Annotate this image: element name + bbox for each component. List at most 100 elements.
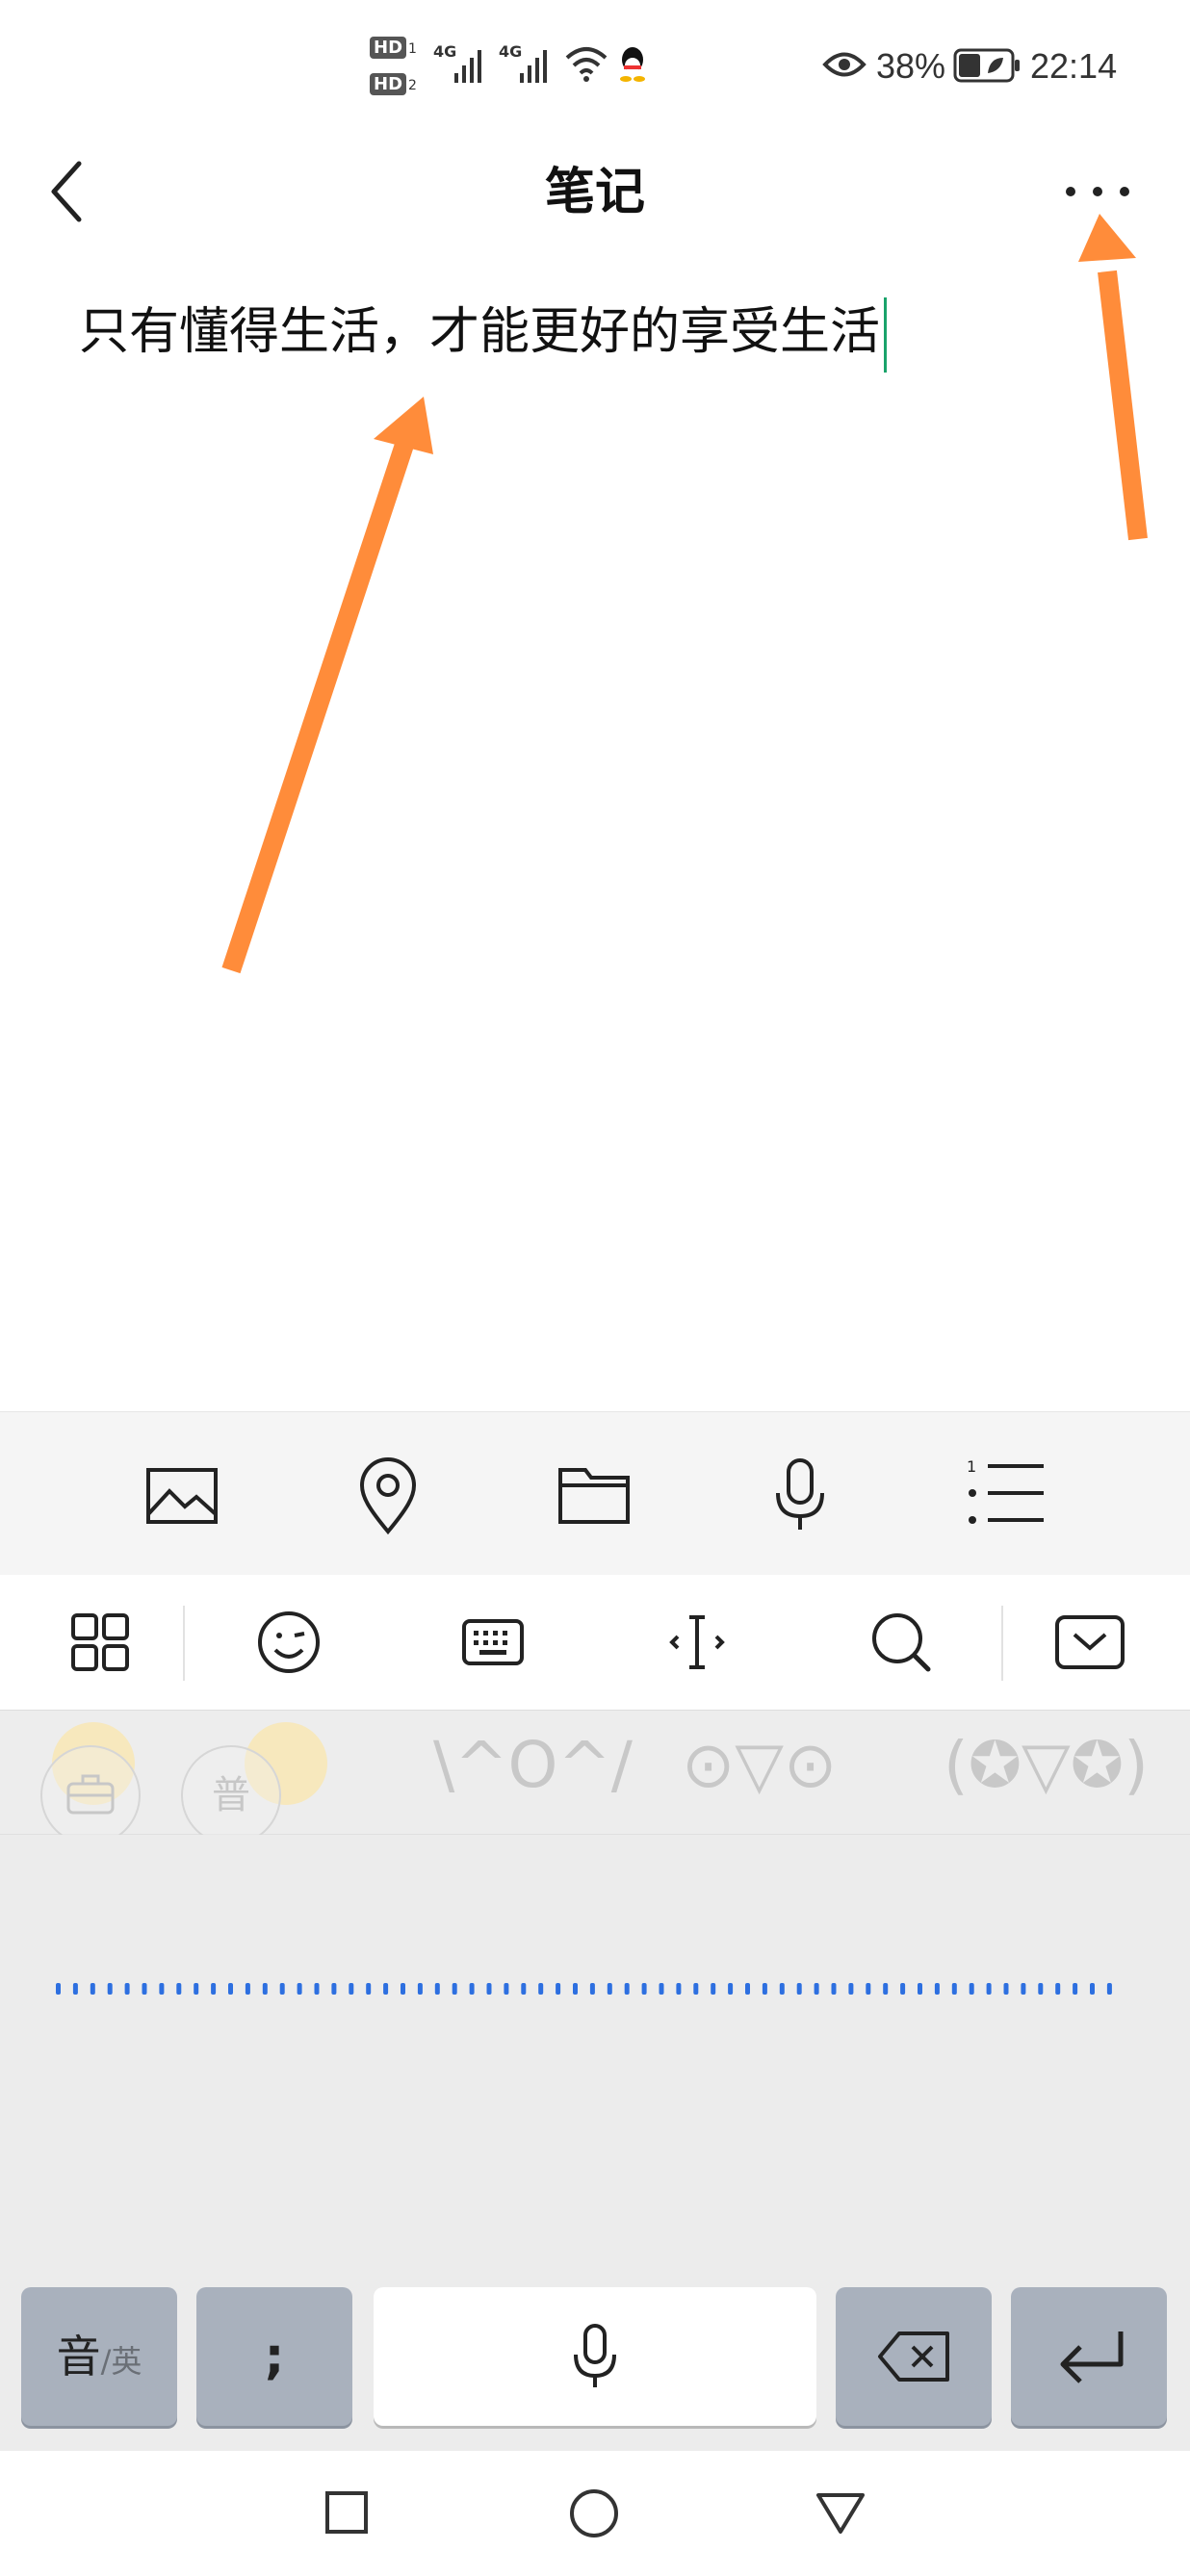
waveform-dot (779, 1983, 785, 1995)
image-icon[interactable] (139, 1451, 225, 1537)
waveform-dot (1055, 1983, 1061, 1995)
toolbar-separator (1001, 1606, 1003, 1681)
emoji-icon[interactable] (250, 1604, 327, 1681)
waveform-dot (1038, 1983, 1044, 1995)
location-icon[interactable] (345, 1451, 431, 1537)
waveform-dot (1003, 1983, 1009, 1995)
toolbox-float-button[interactable] (40, 1745, 141, 1845)
waveform-dot (279, 1983, 285, 1995)
waveform-dot (900, 1983, 906, 1995)
waveform-dot (693, 1983, 699, 1995)
waveform-dot (349, 1983, 354, 1995)
voice-waveform (56, 1983, 1112, 1995)
briefcase-icon (66, 1774, 115, 1815)
punctuation-key[interactable]: ; (196, 2287, 352, 2426)
waveform-dot (245, 1983, 250, 1995)
waveform-dot (1073, 1983, 1078, 1995)
waveform-dot (951, 1983, 957, 1995)
waveform-dot (124, 1983, 130, 1995)
attachment-toolbar: 1 (0, 1411, 1190, 1577)
microphone-icon (574, 2324, 616, 2387)
microphone-icon[interactable] (757, 1451, 843, 1537)
kaomoji-candidate[interactable]: \^O^/ (433, 1728, 633, 1802)
back-nav-icon[interactable] (815, 2489, 867, 2537)
grid-icon[interactable] (62, 1604, 139, 1681)
waveform-dot (848, 1983, 854, 1995)
waveform-dot (1106, 1983, 1112, 1995)
voice-input-key[interactable] (374, 2287, 816, 2426)
keyboard-icon[interactable] (454, 1604, 531, 1681)
kaomoji-candidate[interactable]: (✪▽✪) (944, 1728, 1149, 1802)
waveform-dot (90, 1983, 95, 1995)
waveform-dot (194, 1983, 199, 1995)
cursor-icon[interactable] (659, 1604, 736, 1681)
waveform-dot (331, 1983, 337, 1995)
recent-apps-icon[interactable] (323, 2489, 370, 2536)
waveform-dot (986, 1983, 992, 1995)
waveform-dot (641, 1983, 647, 1995)
waveform-dot (56, 1983, 61, 1995)
backspace-icon (878, 2331, 949, 2382)
home-icon[interactable] (568, 2487, 620, 2539)
waveform-dot (589, 1983, 595, 1995)
enter-icon (1060, 2331, 1124, 2383)
hide-keyboard-icon[interactable] (1051, 1604, 1128, 1681)
waveform-dot (745, 1983, 750, 1995)
annotation-arrows (221, 214, 1148, 974)
language-switch-key[interactable]: 音/英 (21, 2287, 177, 2426)
waveform-dot (176, 1983, 182, 1995)
system-nav-bar (0, 2451, 1190, 2576)
waveform-dot (624, 1983, 630, 1995)
waveform-dot (159, 1983, 165, 1995)
waveform-dot (814, 1983, 819, 1995)
waveform-dot (728, 1983, 734, 1995)
waveform-dot (1090, 1983, 1095, 1995)
language-main-label: 音 (56, 2331, 101, 2383)
waveform-dot (762, 1983, 767, 1995)
waveform-dot (796, 1983, 802, 1995)
waveform-dot (142, 1983, 147, 1995)
waveform-dot (1021, 1983, 1026, 1995)
waveform-dot (831, 1983, 837, 1995)
waveform-dot (504, 1983, 509, 1995)
waveform-dot (452, 1983, 457, 1995)
waveform-dot (72, 1983, 78, 1995)
waveform-dot (573, 1983, 578, 1995)
language-key-label: 音/英 (21, 2287, 177, 2431)
waveform-dot (401, 1983, 405, 1995)
arrow-to-text (221, 397, 433, 974)
waveform-dot (918, 1983, 922, 1995)
arrow-to-more (1078, 214, 1148, 541)
waveform-dot (107, 1983, 113, 1995)
enter-key[interactable] (1011, 2287, 1167, 2426)
folder-icon[interactable] (551, 1451, 637, 1537)
waveform-dot (383, 1983, 389, 1995)
waveform-dot (469, 1983, 475, 1995)
backspace-key[interactable] (836, 2287, 992, 2426)
mandarin-float-button[interactable]: 普 (181, 1745, 281, 1845)
waveform-dot (556, 1983, 561, 1995)
waveform-dot (934, 1983, 940, 1995)
waveform-dot (969, 1983, 974, 1995)
waveform-dot (262, 1983, 268, 1995)
kaomoji-candidate[interactable]: ⊙▽⊙ (682, 1728, 837, 1802)
punctuation-key-label: ; (264, 2328, 285, 2385)
numbered-list-icon[interactable]: 1 (963, 1451, 1049, 1537)
waveform-dot (211, 1983, 217, 1995)
svg-text:1: 1 (967, 1457, 976, 1476)
waveform-dot (866, 1983, 871, 1995)
waveform-dot (314, 1983, 320, 1995)
waveform-dot (711, 1983, 716, 1995)
language-sub-label: /英 (100, 2343, 142, 2380)
candidate-row: \^O^/ ⊙▽⊙ (✪▽✪) 普 (0, 1711, 1190, 1845)
waveform-dot (607, 1983, 612, 1995)
waveform-dot (486, 1983, 492, 1995)
waveform-dot (228, 1983, 233, 1995)
waveform-dot (883, 1983, 889, 1995)
waveform-dot (676, 1983, 682, 1995)
waveform-dot (417, 1983, 423, 1995)
waveform-dot (366, 1983, 372, 1995)
waveform-dot (521, 1983, 527, 1995)
waveform-dot (538, 1983, 544, 1995)
search-icon[interactable] (863, 1604, 940, 1681)
